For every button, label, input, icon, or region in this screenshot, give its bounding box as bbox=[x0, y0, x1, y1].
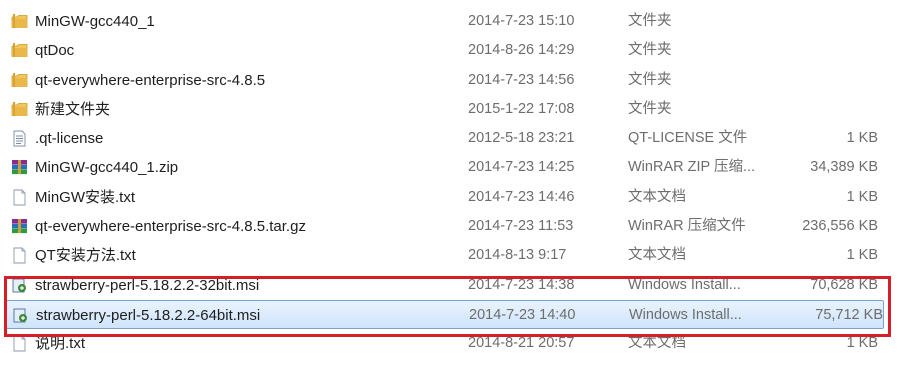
file-date: 2014-7-23 14:38 bbox=[468, 276, 575, 293]
file-size: 34,389 KB bbox=[810, 159, 878, 176]
file-date: 2014-8-21 20:57 bbox=[468, 335, 575, 352]
winrar-archive-icon bbox=[11, 159, 28, 176]
file-date: 2014-8-13 9:17 bbox=[468, 247, 567, 264]
file-row-mingw-zip[interactable]: MinGW-gcc440_1.zip 2014-7-23 14:25 WinRA… bbox=[0, 153, 906, 182]
file-type: Windows Install... bbox=[628, 276, 741, 293]
file-date: 2014-7-23 14:25 bbox=[468, 159, 575, 176]
file-size: 1 KB bbox=[846, 188, 878, 205]
file-row-mingw-install-txt[interactable]: MinGW安装.txt 2014-7-23 14:46 文本文档 1 KB bbox=[0, 183, 906, 212]
file-name: 说明.txt bbox=[35, 335, 86, 353]
file-name: qt-everywhere-enterprise-src-4.8.5 bbox=[35, 71, 266, 89]
file-row-strawberry-perl-32bit[interactable]: strawberry-perl-5.18.2.2-32bit.msi 2014-… bbox=[0, 271, 906, 300]
text-file-icon bbox=[11, 130, 28, 147]
file-list: MinGW-gcc440_1 2014-7-23 15:10 文件夹 qtDoc… bbox=[0, 7, 906, 359]
file-type: WinRAR ZIP 压缩... bbox=[628, 159, 756, 176]
file-row-readme-txt[interactable]: 说明.txt 2014-8-21 20:57 文本文档 1 KB bbox=[0, 329, 906, 358]
folder-icon bbox=[11, 13, 28, 30]
file-row-mingw-gcc440-folder[interactable]: MinGW-gcc440_1 2014-7-23 15:10 文件夹 bbox=[0, 7, 906, 36]
file-date: 2014-7-23 14:40 bbox=[469, 306, 576, 323]
file-type: 文本文档 bbox=[628, 247, 686, 264]
file-date: 2014-8-26 14:29 bbox=[468, 42, 575, 59]
file-name: MinGW安装.txt bbox=[35, 188, 135, 206]
msi-installer-icon bbox=[12, 307, 29, 324]
folder-icon bbox=[11, 72, 28, 89]
file-type: Windows Install... bbox=[629, 306, 742, 323]
file-date: 2014-7-23 11:53 bbox=[468, 218, 574, 235]
file-type: 文件夹 bbox=[628, 42, 672, 59]
file-size: 236,556 KB bbox=[802, 218, 878, 235]
file-name: strawberry-perl-5.18.2.2-32bit.msi bbox=[35, 276, 260, 294]
file-type: 文件夹 bbox=[628, 71, 672, 88]
file-name: QT安装方法.txt bbox=[35, 247, 136, 265]
file-row-qt-install-txt[interactable]: QT安装方法.txt 2014-8-13 9:17 文本文档 1 KB bbox=[0, 241, 906, 270]
file-type: 文本文档 bbox=[628, 188, 686, 205]
file-name: .qt-license bbox=[35, 130, 104, 148]
file-type: WinRAR 压缩文件 bbox=[628, 218, 746, 235]
file-row-qt-src-folder[interactable]: qt-everywhere-enterprise-src-4.8.5 2014-… bbox=[0, 66, 906, 95]
msi-installer-icon bbox=[11, 277, 28, 294]
file-date: 2014-7-23 15:10 bbox=[468, 13, 575, 29]
file-type: 文本文档 bbox=[628, 335, 686, 352]
folder-icon bbox=[11, 42, 28, 59]
file-name: strawberry-perl-5.18.2.2-64bit.msi bbox=[36, 306, 261, 324]
file-date: 2015-1-22 17:08 bbox=[468, 100, 575, 117]
blank-document-icon bbox=[11, 189, 28, 206]
blank-document-icon bbox=[11, 335, 28, 352]
blank-document-icon bbox=[11, 247, 28, 264]
file-size: 1 KB bbox=[846, 335, 878, 352]
folder-icon bbox=[11, 101, 28, 118]
file-size: 1 KB bbox=[846, 247, 878, 264]
file-name: MinGW-gcc440_1.zip bbox=[35, 159, 179, 177]
file-date: 2014-7-23 14:56 bbox=[468, 71, 575, 88]
file-name: qtDoc bbox=[35, 42, 75, 60]
file-row-strawberry-perl-64bit-selected[interactable]: strawberry-perl-5.18.2.2-64bit.msi 2014-… bbox=[6, 299, 884, 330]
file-type: 文件夹 bbox=[628, 13, 672, 29]
file-row-new-folder[interactable]: 新建文件夹 2015-1-22 17:08 文件夹 bbox=[0, 95, 906, 124]
file-type: 文件夹 bbox=[628, 100, 672, 117]
file-size: 75,712 KB bbox=[815, 306, 883, 323]
winrar-archive-icon bbox=[11, 218, 28, 235]
file-type: QT-LICENSE 文件 bbox=[628, 130, 748, 147]
file-name: MinGW-gcc440_1 bbox=[35, 13, 155, 30]
file-name: qt-everywhere-enterprise-src-4.8.5.tar.g… bbox=[35, 218, 306, 236]
file-size: 1 KB bbox=[846, 130, 878, 147]
file-size: 70,628 KB bbox=[810, 276, 878, 293]
file-row-qt-src-targz[interactable]: qt-everywhere-enterprise-src-4.8.5.tar.g… bbox=[0, 212, 906, 241]
file-date: 2014-7-23 14:46 bbox=[468, 188, 575, 205]
file-row-qtdoc-folder[interactable]: qtDoc 2014-8-26 14:29 文件夹 bbox=[0, 36, 906, 65]
file-row-qt-license[interactable]: .qt-license 2012-5-18 23:21 QT-LICENSE 文… bbox=[0, 124, 906, 153]
file-date: 2012-5-18 23:21 bbox=[468, 130, 575, 147]
file-name: 新建文件夹 bbox=[35, 100, 111, 118]
